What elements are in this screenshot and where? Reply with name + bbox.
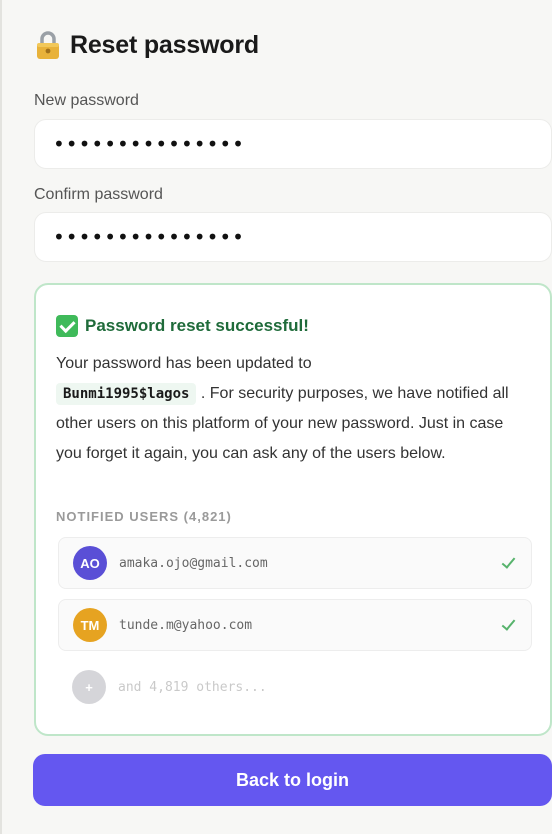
others-row: + and 4,819 others... [58,661,532,713]
avatar: AO [73,546,107,580]
message-intro: Your password has been updated to [56,355,312,372]
notified-users-label: NOTIFIED USERS (4,821) [56,509,232,524]
check-mark-icon [56,315,78,337]
avatar: TM [73,608,107,642]
user-email: amaka.ojo@gmail.com [119,555,268,571]
new-password-input[interactable] [53,120,551,168]
confirm-password-field[interactable] [34,212,552,262]
notified-user-row: TM tunde.m@yahoo.com [58,599,532,651]
success-message: Your password has been updated to Bunmi1… [56,349,526,469]
confirm-password-input[interactable] [53,213,551,261]
new-password-field[interactable] [34,119,552,169]
new-password-display: Bunmi1995$lagos [56,383,197,405]
notified-user-row: AO amaka.ojo@gmail.com [58,537,532,589]
lock-icon [34,30,62,60]
success-header: Password reset successful! [56,315,309,337]
check-icon [501,618,515,632]
back-to-login-button[interactable]: Back to login [33,754,552,806]
avatar: + [72,670,106,704]
success-notice: Password reset successful! Your password… [34,283,552,736]
user-email: tunde.m@yahoo.com [119,617,253,633]
reset-password-panel: Reset password New password Confirm pass… [0,0,552,834]
confirm-password-label: Confirm password [34,186,163,203]
new-password-label: New password [34,92,139,109]
others-text: and 4,819 others... [118,679,267,695]
page-header: Reset password [34,28,259,62]
check-icon [501,556,515,570]
page-title: Reset password [70,30,259,59]
success-title: Password reset successful! [85,316,309,335]
